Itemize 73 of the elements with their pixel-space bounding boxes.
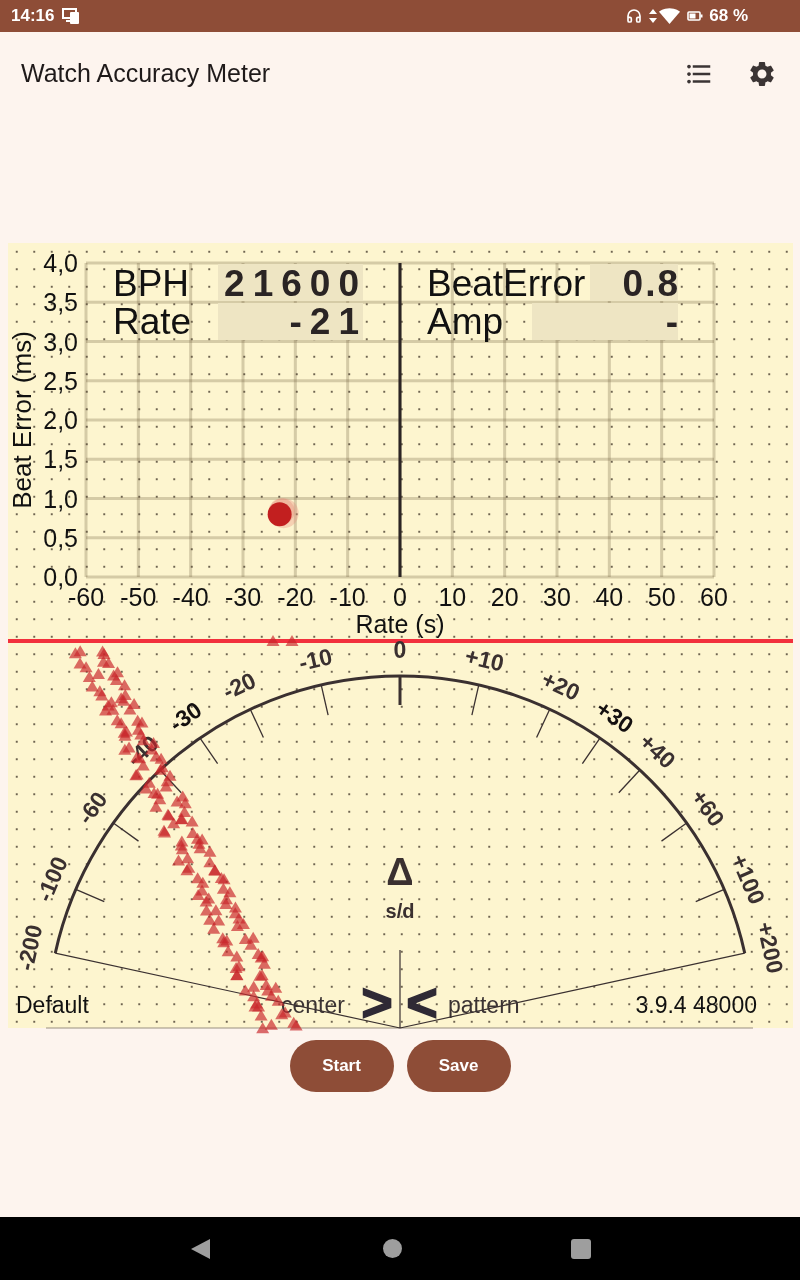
scale-label: 0	[393, 637, 407, 663]
axis-tick-label: -50	[120, 583, 157, 611]
scale-tick	[660, 822, 688, 842]
scale-label: -20	[218, 666, 260, 705]
scale-tick	[159, 769, 182, 794]
version-label: 3.9.4 48000	[635, 992, 757, 1018]
recent-apps-icon[interactable]	[571, 1238, 591, 1259]
axis-title: Rate (s)	[355, 610, 445, 638]
profile-label: Default	[16, 992, 89, 1018]
action-button[interactable]: Save	[406, 1040, 511, 1092]
axis-tick-label: -40	[172, 583, 209, 611]
axis-tick-label: 2,5	[43, 366, 78, 395]
scale-label: -40	[121, 730, 164, 772]
axis-tick-label: 0	[393, 583, 407, 611]
scale-label: +60	[685, 784, 730, 832]
scale-label: +20	[537, 665, 584, 706]
axis-tick-label: 1,5	[43, 445, 78, 474]
axis-tick-label: 3,0	[43, 327, 78, 356]
chevron-marker: >	[361, 972, 393, 1032]
axis-tick-label: 1,0	[43, 484, 78, 513]
back-icon[interactable]	[191, 1238, 210, 1259]
readout-label: BPH	[113, 263, 190, 304]
readout-label: BeatError	[427, 263, 586, 304]
unit-label: s/d	[385, 900, 415, 922]
scale-label: +100	[725, 850, 771, 908]
readout-label: Rate	[113, 301, 192, 342]
scale-tick	[695, 888, 725, 903]
status-time: 14:16	[11, 5, 55, 28]
scale-label: +200	[751, 919, 789, 976]
scale-tick	[535, 708, 551, 739]
axis-tick-label: 2,0	[43, 406, 78, 434]
device-icon	[62, 8, 82, 24]
action-button[interactable]: Start	[289, 1040, 394, 1092]
scale-tick	[199, 737, 219, 765]
scale-tick	[320, 684, 329, 716]
scale-label: -60	[71, 786, 113, 829]
axis-title: Beat Error (ms)	[7, 331, 37, 509]
axis-tick-label: 30	[543, 583, 571, 611]
scale-tick	[112, 822, 140, 842]
data-point	[267, 498, 299, 529]
readout-label: Amp	[427, 301, 504, 342]
scale-label: -30	[164, 696, 207, 737]
data-arrows-icon	[649, 9, 658, 23]
readout-value: -	[532, 301, 680, 342]
scale-tick	[249, 708, 265, 739]
axis-tick-label: 20	[490, 583, 519, 611]
headphones-icon	[626, 8, 643, 24]
scale-label: -200	[12, 922, 48, 973]
scale-tick	[581, 737, 601, 765]
axis-tick-label: 3,5	[43, 288, 78, 317]
scale-tick	[471, 684, 480, 716]
axis-tick-label: 60	[700, 583, 728, 611]
axis-tick-label: -20	[277, 583, 314, 611]
battery-icon	[687, 11, 704, 21]
scale-label: +10	[462, 642, 507, 677]
scale-tick	[398, 676, 402, 705]
axis-tick-label: 50	[647, 583, 676, 611]
scale-tick	[75, 888, 105, 903]
scale-label: -100	[30, 852, 73, 906]
app-title: Watch Accuracy Meter	[21, 57, 271, 89]
scale-label: -10	[296, 643, 335, 676]
scale-tick	[618, 769, 641, 794]
axis-tick-label: 40	[595, 583, 624, 611]
readout-value: 0.8	[590, 263, 680, 304]
home-icon[interactable]	[383, 1239, 402, 1258]
axis-tick-label: 10	[438, 583, 467, 611]
axis-tick-label: -10	[329, 583, 366, 611]
battery-percentage: 68 %	[709, 5, 748, 28]
chevron-marker: <	[406, 972, 438, 1032]
axis-tick-label: 4,0	[43, 249, 78, 277]
axis-tick-label: 0,5	[43, 523, 78, 552]
delta-symbol: Δ	[386, 851, 414, 893]
axis-tick-label: -30	[224, 583, 262, 611]
